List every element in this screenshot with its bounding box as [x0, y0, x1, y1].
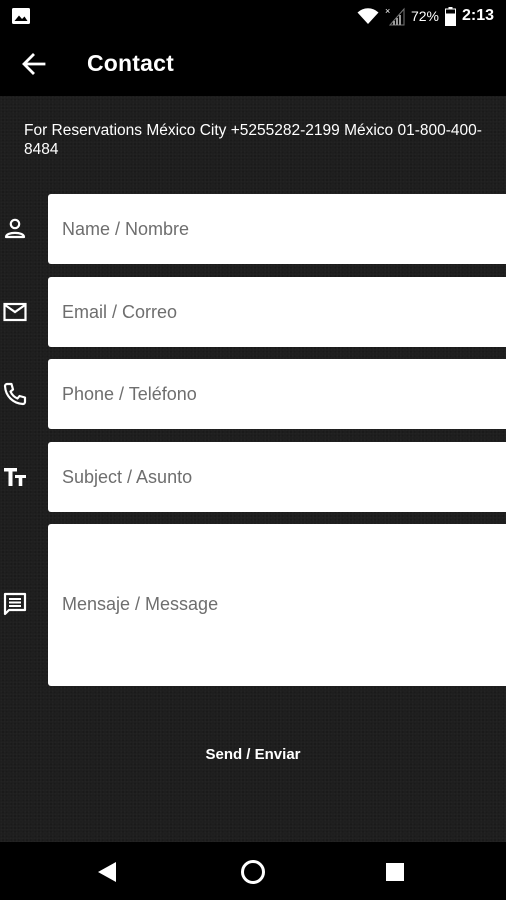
chat-icon: [3, 592, 27, 616]
contact-screen: × 72% 2:13 Contact For Reservations Méxi…: [0, 0, 506, 900]
text-fields-icon: [4, 468, 26, 486]
signal-icon: ×: [385, 6, 405, 26]
phone-input[interactable]: [48, 359, 506, 429]
page-title: Contact: [87, 50, 175, 76]
back-triangle-icon[interactable]: [94, 858, 122, 886]
name-row: [0, 194, 506, 264]
message-textarea[interactable]: [48, 524, 506, 686]
back-button[interactable]: [18, 50, 50, 78]
message-row: [0, 524, 506, 686]
battery-icon: [444, 6, 456, 26]
wifi-icon: [357, 8, 379, 24]
arrow-back-icon: [22, 53, 46, 75]
subject-row: [0, 442, 506, 512]
subject-input[interactable]: [48, 442, 506, 512]
battery-percent: 72%: [410, 8, 439, 24]
email-row: [0, 277, 506, 347]
reservations-info: For Reservations México City +5255282-21…: [24, 122, 482, 158]
send-button[interactable]: Send / Enviar: [0, 746, 506, 763]
contact-form-area: For Reservations México City +5255282-21…: [0, 96, 506, 842]
recents-square-icon[interactable]: [381, 858, 409, 886]
mail-icon: [3, 302, 27, 322]
app-bar: Contact: [0, 32, 506, 96]
name-input[interactable]: [48, 194, 506, 264]
phone-row: [0, 359, 506, 429]
email-input[interactable]: [48, 277, 506, 347]
home-circle-icon[interactable]: [239, 858, 267, 886]
navigation-bar: [0, 842, 506, 900]
status-bar: × 72% 2:13: [0, 0, 506, 32]
person-icon: [4, 218, 26, 239]
svg-text:×: ×: [385, 6, 390, 16]
phone-icon: [3, 382, 27, 406]
gallery-icon: [12, 8, 30, 24]
status-indicators: × 72% 2:13: [357, 4, 494, 28]
clock: 2:13: [461, 7, 494, 24]
